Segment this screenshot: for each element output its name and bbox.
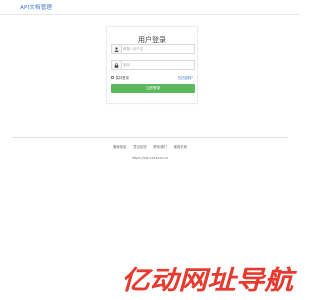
- remember-me[interactable]: 保持登录: [111, 75, 129, 80]
- forgot-password-link[interactable]: 忘记密码?: [178, 75, 193, 80]
- footer-link[interactable]: 意见反馈: [133, 144, 146, 149]
- footer-links: 备案信息 意见反馈 联系我们 使用手册: [0, 144, 300, 149]
- remember-label: 保持登录: [115, 76, 130, 80]
- brand-link[interactable]: API文档管理: [20, 3, 52, 11]
- username-input[interactable]: [123, 45, 193, 53]
- password-field: [111, 60, 195, 70]
- footer-link[interactable]: 使用手册: [174, 144, 187, 149]
- watermark-text: 亿动网址导航: [121, 266, 297, 296]
- footer-divider: [12, 137, 288, 138]
- login-card: 用户登录 保持登录 忘记密码? 立即登录: [106, 26, 198, 104]
- watermark-logo: 亿动网址导航: [121, 266, 297, 296]
- password-input[interactable]: [123, 61, 193, 69]
- footer-link[interactable]: 备案信息: [113, 144, 126, 149]
- lock-icon: [112, 61, 122, 69]
- user-icon: [112, 45, 122, 53]
- footer-url: https://api.xxxxxxx.cn: [131, 156, 169, 160]
- username-field: [111, 44, 195, 54]
- remember-checkbox[interactable]: [111, 76, 114, 79]
- top-bar: API文档管理: [0, 0, 300, 15]
- login-button[interactable]: 立即登录: [111, 84, 195, 93]
- footer-link[interactable]: 联系我们: [154, 144, 167, 149]
